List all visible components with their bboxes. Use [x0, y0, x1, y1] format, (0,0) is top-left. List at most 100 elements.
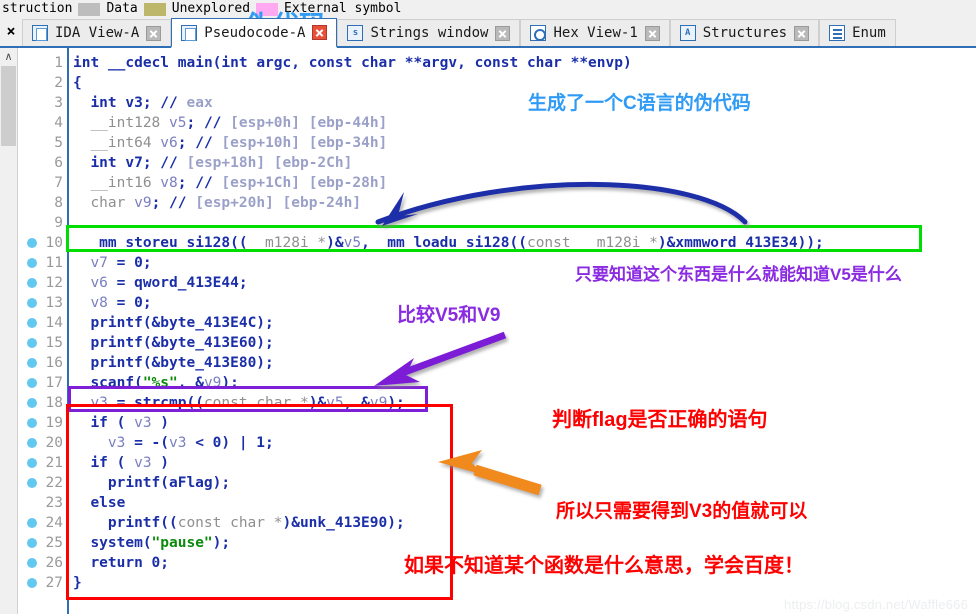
tab-list[interactable]: IDA View-A Pseudocode-A s Strings window Hex…	[22, 18, 896, 48]
code-line[interactable]: 26 return 0;	[19, 553, 976, 573]
code-line[interactable]: 27}	[19, 573, 976, 593]
code-line[interactable]: 7 __int16 v8; // [esp+1Ch] [ebp-28h]	[19, 173, 976, 193]
code-line[interactable]: 1 int __cdecl main(int argc, const char *…	[19, 53, 976, 73]
code-line[interactable]: 24 printf((const char *)&unk_413E90);	[19, 513, 976, 533]
code-token: int __cdecl main(int argc, const char **…	[73, 55, 632, 71]
code-token: v6	[160, 135, 178, 151]
legend-swatch-data	[78, 2, 101, 16]
code-token: )&	[308, 395, 327, 411]
line-number: 26	[45, 555, 63, 571]
legend-label-unexplored: Unexplored	[171, 1, 251, 16]
code-token: v8	[90, 295, 108, 311]
code-token: printf(&byte_413E80);	[90, 355, 274, 371]
tab-bar[interactable]: × IDA View-A Pseudocode-A s Strings window H…	[0, 16, 976, 48]
code-token: );	[221, 375, 239, 391]
code-token: v3	[134, 415, 152, 431]
tab-ida-view-a[interactable]: IDA View-A	[22, 19, 172, 46]
code-line[interactable]: 14 printf(&byte_413E4C);	[19, 313, 976, 333]
scroll-up-icon[interactable]: ∧	[0, 48, 17, 65]
code-line[interactable]: 22 printf(aFlag);	[19, 473, 976, 493]
code-line-text: if ( v3 )	[90, 453, 169, 473]
line-number: 25	[45, 535, 63, 551]
code-line[interactable]: 13 v8 = 0;	[19, 293, 976, 313]
code-line[interactable]: 8 char v9; // [esp+20h] [ebp-24h]	[19, 193, 976, 213]
code-line[interactable]: 23 else	[19, 493, 976, 513]
code-token: //	[195, 175, 222, 191]
code-line[interactable]: 11 v7 = 0;	[19, 253, 976, 273]
enums-icon	[829, 25, 846, 41]
code-token: if (	[90, 455, 135, 471]
code-token: __int64	[90, 135, 161, 151]
code-line[interactable]: 19 if ( v3 )	[19, 413, 976, 433]
code-line[interactable]: 9	[19, 213, 976, 233]
code-token: scanf(	[90, 375, 143, 391]
close-icon[interactable]	[146, 25, 162, 41]
tab-enum[interactable]: Enum	[819, 19, 896, 46]
line-number: 16	[45, 355, 63, 371]
code-line[interactable]: 3 int v3; // eax	[19, 93, 976, 113]
code-token: //	[203, 115, 231, 131]
code-line[interactable]: 21 if ( v3 )	[19, 453, 976, 473]
code-token: [esp+0h] [ebp-44h]	[230, 115, 388, 131]
line-number: 9	[54, 215, 63, 231]
code-token: );	[212, 535, 231, 551]
line-number: 20	[45, 435, 63, 451]
tab-pseudocode-a[interactable]: Pseudocode-A	[171, 18, 338, 48]
legend-label-external-symbol: External symbol	[284, 1, 402, 16]
code-line[interactable]: 5 __int64 v6; // [esp+10h] [ebp-34h]	[19, 133, 976, 153]
code-line[interactable]: 4 __int128 v5; // [esp+0h] [ebp-44h]	[19, 113, 976, 133]
code-token: int v3;	[90, 95, 161, 111]
code-token: system(	[90, 535, 152, 551]
code-line[interactable]: 18 v3 = strcmp((const char *)&v5, &v9);	[19, 393, 976, 413]
code-token: const __m128i *	[526, 235, 658, 251]
tab-strings-window[interactable]: s Strings window	[337, 19, 521, 46]
tab-structures[interactable]: A Structures	[669, 19, 820, 46]
close-icon[interactable]	[644, 25, 660, 41]
tab-label: Enum	[852, 25, 886, 41]
legend-swatch-external-symbol	[256, 2, 279, 16]
close-icon[interactable]	[495, 25, 511, 41]
legend-item-unexplored: Unexplored	[138, 0, 250, 18]
line-number: 19	[45, 415, 63, 431]
code-token: , _mm_loadu_si128((	[361, 235, 527, 251]
code-line[interactable]: 15 printf(&byte_413E60);	[19, 333, 976, 353]
pseudocode-editor[interactable]: 1 int __cdecl main(int argc, const char *…	[19, 48, 976, 614]
document-icon	[32, 25, 48, 41]
code-token: )	[151, 455, 170, 471]
tab-label: Pseudocode-A	[204, 24, 306, 41]
code-line[interactable]: 16 printf(&byte_413E80);	[19, 353, 976, 373]
code-line[interactable]: 2{	[19, 73, 976, 93]
code-line[interactable]: 20 v3 = -(v3 < 0) | 1;	[19, 433, 976, 453]
code-line[interactable]: 17 scanf("%s", &v9);	[19, 373, 976, 393]
line-number: 23	[45, 495, 63, 511]
code-token: );	[387, 395, 405, 411]
code-line-text: char v9; // [esp+20h] [ebp-24h]	[90, 193, 361, 213]
code-line[interactable]: 25 system("pause");	[19, 533, 976, 553]
close-all-tabs-icon[interactable]: ×	[0, 16, 22, 46]
code-token: v6	[90, 275, 108, 291]
code-token: = strcmp((	[107, 395, 204, 411]
close-icon[interactable]	[794, 25, 810, 41]
code-token: _mm_storeu_si128((	[90, 235, 248, 251]
code-line[interactable]: 12 v6 = qword_413E44;	[19, 273, 976, 293]
code-line[interactable]: 6 int v7; // [esp+18h] [ebp-2Ch]	[19, 153, 976, 173]
code-token: v3	[169, 435, 187, 451]
code-token: __int128	[90, 115, 170, 131]
close-icon-red[interactable]	[312, 25, 328, 40]
code-token: const char *	[177, 515, 283, 531]
code-line[interactable]: 10 _mm_storeu_si128((__m128i *)&v5, _mm_l…	[19, 233, 976, 253]
line-number: 3	[54, 95, 63, 111]
tab-hex-view-1[interactable]: Hex View-1	[520, 19, 670, 46]
outer-vertical-scrollbar[interactable]: ∧	[0, 48, 18, 614]
scrollbar-thumb[interactable]	[1, 66, 16, 146]
code-token: v9	[369, 395, 388, 411]
line-number: 10	[45, 235, 63, 251]
code-line-text: {	[73, 73, 82, 93]
code-token: v3	[107, 435, 126, 451]
line-number: 5	[54, 135, 63, 151]
code-token: "%s"	[142, 375, 178, 391]
code-token: [esp+18h] [ebp-2Ch]	[186, 155, 353, 171]
code-line-text: }	[73, 573, 82, 593]
code-line-text: printf(&byte_413E4C);	[90, 313, 273, 333]
code-token: v3	[90, 395, 108, 411]
